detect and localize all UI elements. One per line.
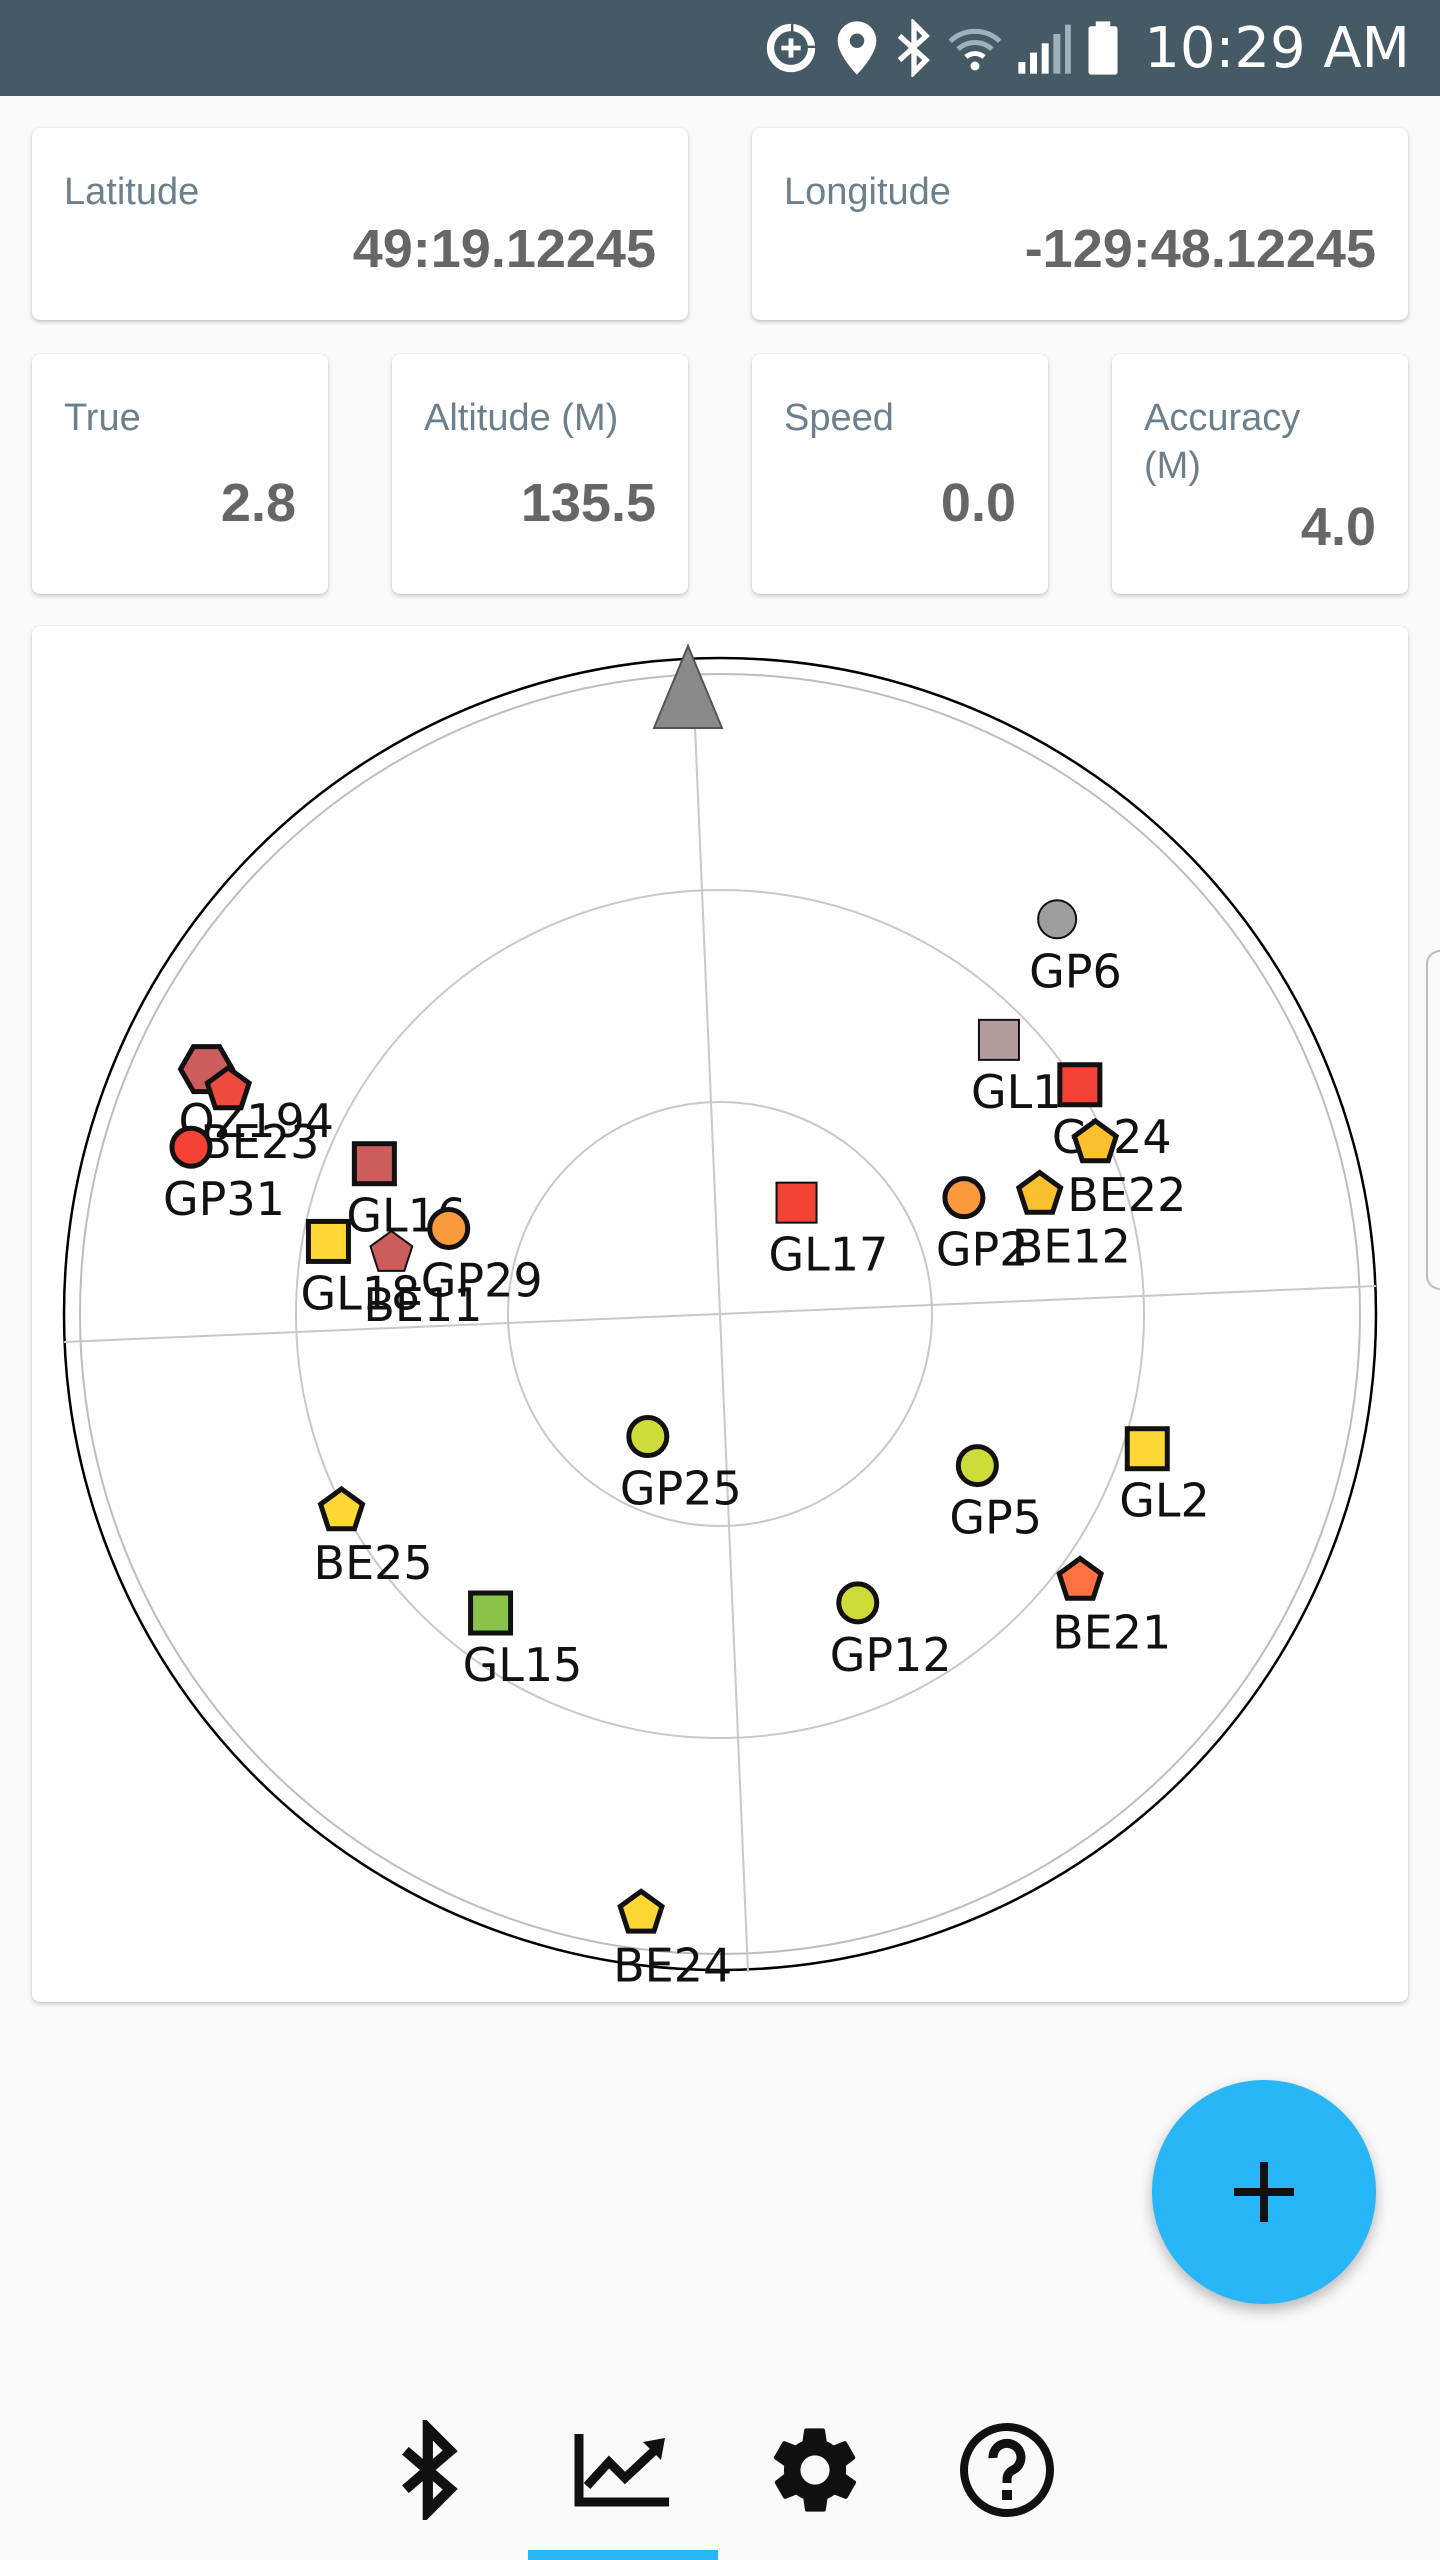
speed-value: 0.0 [940, 473, 1016, 533]
satellite-gp6-label: GP6 [1029, 944, 1122, 998]
satellite-gl15-label: GL15 [463, 1638, 583, 1692]
satellite-gp25-label: GP25 [620, 1462, 742, 1516]
satellite-gl2-marker[interactable] [1124, 1426, 1170, 1472]
satellite-gl17-marker[interactable] [775, 1181, 818, 1224]
status-bar: 10:29 AM [0, 0, 1440, 96]
satellite-gl2-label: GL2 [1119, 1474, 1210, 1528]
chart-trend-icon [574, 2434, 669, 2507]
satellite-gl1-label: GL1 [971, 1065, 1062, 1119]
satellite-gp2-marker[interactable] [942, 1176, 986, 1220]
satellite-be22-label: BE22 [1067, 1168, 1186, 1222]
speed-card: Speed 0.0 [752, 354, 1048, 594]
satellite-gp5-label: GP5 [949, 1491, 1042, 1545]
longitude-card: Longitude -129:48.12245 [752, 128, 1408, 320]
satellite-be23-label: BE23 [200, 1115, 319, 1169]
wifi-icon [948, 29, 1002, 71]
satellite-gp12-marker[interactable] [836, 1581, 880, 1625]
skyplot[interactable]: GP6GL1GL24GL17GP2BE22BE12QZ194BE23GP31GL… [32, 626, 1408, 2002]
nav-help[interactable] [912, 2380, 1102, 2560]
speed-label: Speed [784, 397, 894, 439]
satellite-gp31-marker[interactable] [169, 1125, 213, 1169]
satellite-gp25-marker[interactable] [626, 1415, 670, 1459]
status-time: 10:29 AM [1144, 15, 1410, 81]
accuracy-label: Accuracy (M) [1144, 397, 1301, 487]
gear-icon [773, 2428, 857, 2512]
longitude-label: Longitude [784, 171, 951, 213]
nav-bluetooth[interactable] [336, 2380, 526, 2560]
battery-icon [1088, 21, 1118, 75]
side-drawer-handle[interactable] [1426, 950, 1440, 1290]
skyplot-grid [62, 655, 1378, 1973]
satellite-gp12-label: GP12 [830, 1628, 952, 1682]
plus-icon [1234, 2162, 1294, 2222]
satellite-be21-marker[interactable] [1056, 1555, 1105, 1601]
satellite-gl15-marker[interactable] [468, 1590, 514, 1636]
status-icons: 10:29 AM [762, 0, 1410, 96]
nav-status[interactable] [528, 2380, 718, 2560]
true-heading-card: True 2.8 [32, 354, 328, 594]
data-saver-icon [767, 23, 816, 73]
satellite-be24-marker[interactable] [617, 1888, 665, 1934]
true-heading-label: True [64, 397, 141, 439]
satellite-be11-label: BE11 [363, 1278, 482, 1332]
skyplot-card: GP6GL1GL24GL17GP2BE22BE12QZ194BE23GP31GL… [32, 626, 1408, 2002]
altitude-value: 135.5 [520, 473, 656, 533]
satellites-layer: GP6GL1GL24GL17GP2BE22BE12QZ194BE23GP31GL… [163, 899, 1210, 1992]
add-button[interactable] [1152, 2080, 1376, 2304]
satellite-gl1-marker[interactable] [977, 1018, 1020, 1061]
accuracy-value: 4.0 [1300, 497, 1376, 557]
satellite-be25-label: BE25 [314, 1536, 433, 1590]
altitude-card: Altitude (M) 135.5 [392, 354, 688, 594]
latitude-value: 49:19.12245 [352, 219, 656, 279]
satellite-be24-label: BE24 [613, 1938, 732, 1992]
help-circle-icon [960, 2423, 1054, 2517]
latitude-card: Latitude 49:19.12245 [32, 128, 688, 320]
satellite-gp29-marker[interactable] [427, 1206, 471, 1250]
satellite-gl24-marker[interactable] [1057, 1062, 1103, 1108]
signal-icon [1018, 24, 1072, 74]
bluetooth-icon [402, 2420, 458, 2520]
satellite-gp31-label: GP31 [163, 1172, 285, 1226]
altitude-label: Altitude (M) [424, 397, 619, 439]
satellite-be12-marker[interactable] [1015, 1169, 1064, 1215]
latitude-label: Latitude [64, 171, 200, 213]
satellite-be21-label: BE21 [1052, 1605, 1171, 1659]
nav-selected-indicator [528, 2550, 718, 2560]
bluetooth-icon [897, 19, 931, 77]
satellite-gl16-marker[interactable] [351, 1141, 397, 1187]
satellite-gl18-marker[interactable] [305, 1218, 351, 1264]
location-icon [837, 21, 877, 75]
accuracy-card: Accuracy (M) 4.0 [1112, 354, 1408, 594]
satellite-be12-label: BE12 [1012, 1219, 1131, 1273]
satellite-gl17-label: GL17 [769, 1228, 889, 1282]
satellite-be25-marker[interactable] [317, 1485, 366, 1532]
bottom-navigation [0, 2380, 1440, 2560]
longitude-value: -129:48.12245 [1024, 219, 1376, 279]
nav-settings[interactable] [720, 2380, 910, 2560]
satellite-gp6-marker[interactable] [1037, 899, 1078, 940]
satellite-gp5-marker[interactable] [955, 1444, 999, 1488]
true-heading-value: 2.8 [220, 473, 296, 533]
